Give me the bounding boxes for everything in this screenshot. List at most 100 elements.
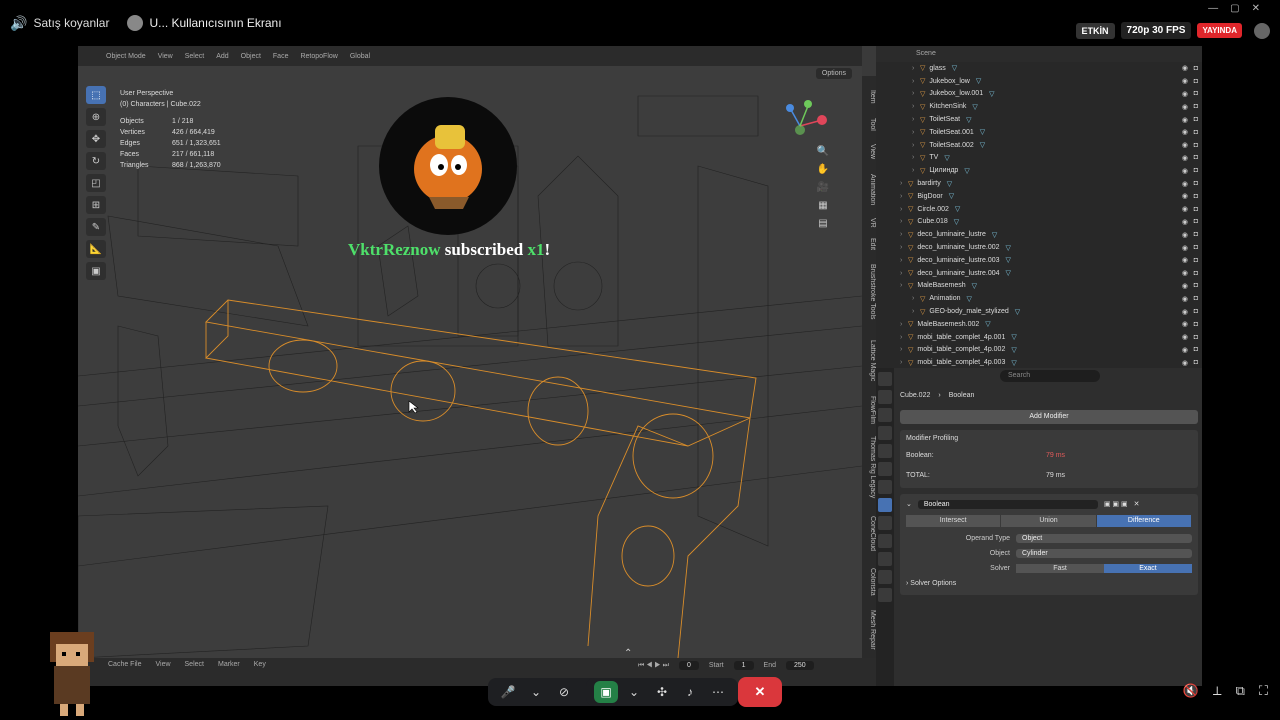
outliner-item[interactable]: › ▽ TV ▽ ◉ ◘ [876,152,1202,165]
eye-icon[interactable]: ◉ [1182,180,1188,188]
tab-conecloud[interactable]: ConeCloud [862,516,876,551]
render-icon[interactable]: ◘ [1194,180,1198,187]
avatar-icon[interactable] [1254,22,1270,39]
eye-icon[interactable]: ◉ [1182,231,1188,239]
outliner-item[interactable]: › ▽ deco_luminaire_lustre ▽ ◉ ◘ [876,228,1202,241]
chevron-down-icon[interactable]: ⌄ [622,681,646,703]
blender-viewport[interactable]: Object Mode View Select Add Object Face … [78,46,862,658]
world-tab-icon[interactable] [878,462,892,476]
tab-animation[interactable]: Animation [862,174,876,205]
eye-icon[interactable]: ◉ [1182,282,1188,290]
menu-face[interactable]: Face [273,53,289,60]
render-icon[interactable]: ◘ [1194,282,1198,289]
render-icon[interactable]: ◘ [1194,206,1198,213]
add-modifier-button[interactable]: Add Modifier [900,410,1198,424]
outliner-item[interactable]: › ▽ deco_luminaire_lustre.003 ▽ ◉ ◘ [876,254,1202,267]
outliner-item[interactable]: › ▽ deco_luminaire_lustre.002 ▽ ◉ ◘ [876,241,1202,254]
tab-colorista[interactable]: Colorista [862,568,876,596]
render-icon[interactable]: ◘ [1194,65,1198,72]
outliner-item[interactable]: › ▽ MaleBasemesh.002 ▽ ◉ ◘ [876,318,1202,331]
expand-icon[interactable]: › [912,129,920,136]
expand-icon[interactable]: › [900,231,908,238]
expand-icon[interactable]: › [900,270,908,277]
pan-icon[interactable]: ✋ [816,164,830,178]
outliner-item[interactable]: › ▽ BigDoor ▽ ◉ ◘ [876,190,1202,203]
outliner-item[interactable]: › ▽ MaleBasemesh ▽ ◉ ◘ [876,280,1202,293]
eye-icon[interactable]: ◉ [1182,218,1188,226]
render-icon[interactable]: ◘ [1194,231,1198,238]
render-icon[interactable]: ◘ [1194,78,1198,85]
volume-mute-icon[interactable]: 🔇 [1183,683,1199,699]
options-button[interactable]: Options [815,68,852,79]
eye-icon[interactable]: ◉ [1182,90,1188,98]
tool-tab-icon[interactable] [878,372,892,386]
popout-icon[interactable]: ⧉ [1236,683,1245,699]
eye-icon[interactable]: ◉ [1182,346,1188,354]
annotate-tool-icon[interactable]: ✎ [86,218,106,236]
eye-icon[interactable]: ◉ [1182,192,1188,200]
object-tab-icon[interactable] [878,480,892,494]
visibility-toggles-icon[interactable]: ▣ ▣ ▣ [1104,500,1128,508]
outliner-item[interactable]: › ▽ ToiletSeat.001 ▽ ◉ ◘ [876,126,1202,139]
render-icon[interactable]: ◘ [1194,218,1198,225]
menu-retopoflow[interactable]: RetopoFlow [300,53,337,60]
eye-icon[interactable]: ◉ [1182,256,1188,264]
object-field[interactable]: Cylinder [1016,549,1192,558]
data-tab-icon[interactable] [878,570,892,584]
outliner-item[interactable]: › ▽ ToiletSeat ▽ ◉ ◘ [876,113,1202,126]
cursor-tool-icon[interactable]: ⊕ [86,108,106,126]
ortho-icon[interactable]: ▤ [816,218,830,232]
expand-icon[interactable]: › [900,359,908,366]
outliner-item[interactable]: › ▽ mobi_table_complet_4p.003 ▽ ◉ ◘ [876,356,1202,368]
eye-icon[interactable]: ◉ [1182,295,1188,303]
expand-icon[interactable]: › [900,257,908,264]
outliner-item[interactable]: › ▽ Cube.018 ▽ ◉ ◘ [876,216,1202,229]
outliner-item[interactable]: › ▽ GEO-body_male_stylized ▽ ◉ ◘ [876,305,1202,318]
tab-vr[interactable]: VR [862,218,876,228]
render-icon[interactable]: ◘ [1194,167,1198,174]
fullscreen-icon[interactable]: ⛶ [1259,683,1268,699]
eye-icon[interactable]: ◉ [1182,64,1188,72]
measure-tool-icon[interactable]: 📐 [86,240,106,258]
render-icon[interactable]: ◘ [1194,359,1198,366]
screen-share-icon[interactable]: ▣ [594,681,618,703]
timeline-menu-key[interactable]: Key [254,661,266,668]
eye-icon[interactable]: ◉ [1182,116,1188,124]
outliner-item[interactable]: › ▽ KitchenSink ▽ ◉ ◘ [876,100,1202,113]
tab-item[interactable]: Item [862,90,876,104]
eye-icon[interactable]: ◉ [1182,244,1188,252]
expand-icon[interactable]: › [900,193,908,200]
playback-controls-icon[interactable]: ⏮ ◀ ▶ ⏭ [638,662,669,670]
render-icon[interactable]: ◘ [1194,270,1198,277]
expand-icon[interactable]: › [912,308,920,315]
render-icon[interactable]: ◘ [1194,154,1198,161]
start-frame-field[interactable]: 1 [733,661,754,670]
disconnect-button[interactable]: ✕ [738,677,782,707]
window-controls[interactable]: —▢✕ [1208,3,1272,14]
select-tool-icon[interactable]: ⬚ [86,86,106,104]
timeline-menu-marker[interactable]: Marker [218,661,240,668]
outliner-item[interactable]: › ▽ mobi_table_complet_4p.001 ▽ ◉ ◘ [876,331,1202,344]
transform-orientation[interactable]: Global [350,53,370,60]
render-icon[interactable]: ◘ [1194,346,1198,353]
expand-icon[interactable]: › [912,103,920,110]
modifier-name-field[interactable]: Boolean [917,499,1098,509]
properties-search[interactable]: Search [1000,370,1100,382]
operation-difference[interactable]: Difference [1096,515,1191,527]
eye-icon[interactable]: ◉ [1182,77,1188,85]
speaker-icon[interactable]: 🔊 [10,15,27,32]
tab-view[interactable]: View [862,144,876,159]
constraints-tab-icon[interactable] [878,552,892,566]
expand-icon[interactable]: › [900,321,908,328]
expand-icon[interactable]: › [912,295,920,302]
eye-icon[interactable]: ◉ [1182,167,1188,175]
expand-icon[interactable]: › [912,142,920,149]
render-icon[interactable]: ◘ [1194,257,1198,264]
menu-object[interactable]: Object [241,53,261,60]
tab-tool[interactable]: Tool [862,118,876,131]
menu-add[interactable]: Add [216,53,228,60]
chevron-down-icon[interactable]: ⌄ [524,681,548,703]
expand-icon[interactable]: › [912,90,920,97]
tab-lattice[interactable]: Lattice Magic [862,340,876,381]
pin-icon[interactable]: ⟂ [1213,683,1222,699]
